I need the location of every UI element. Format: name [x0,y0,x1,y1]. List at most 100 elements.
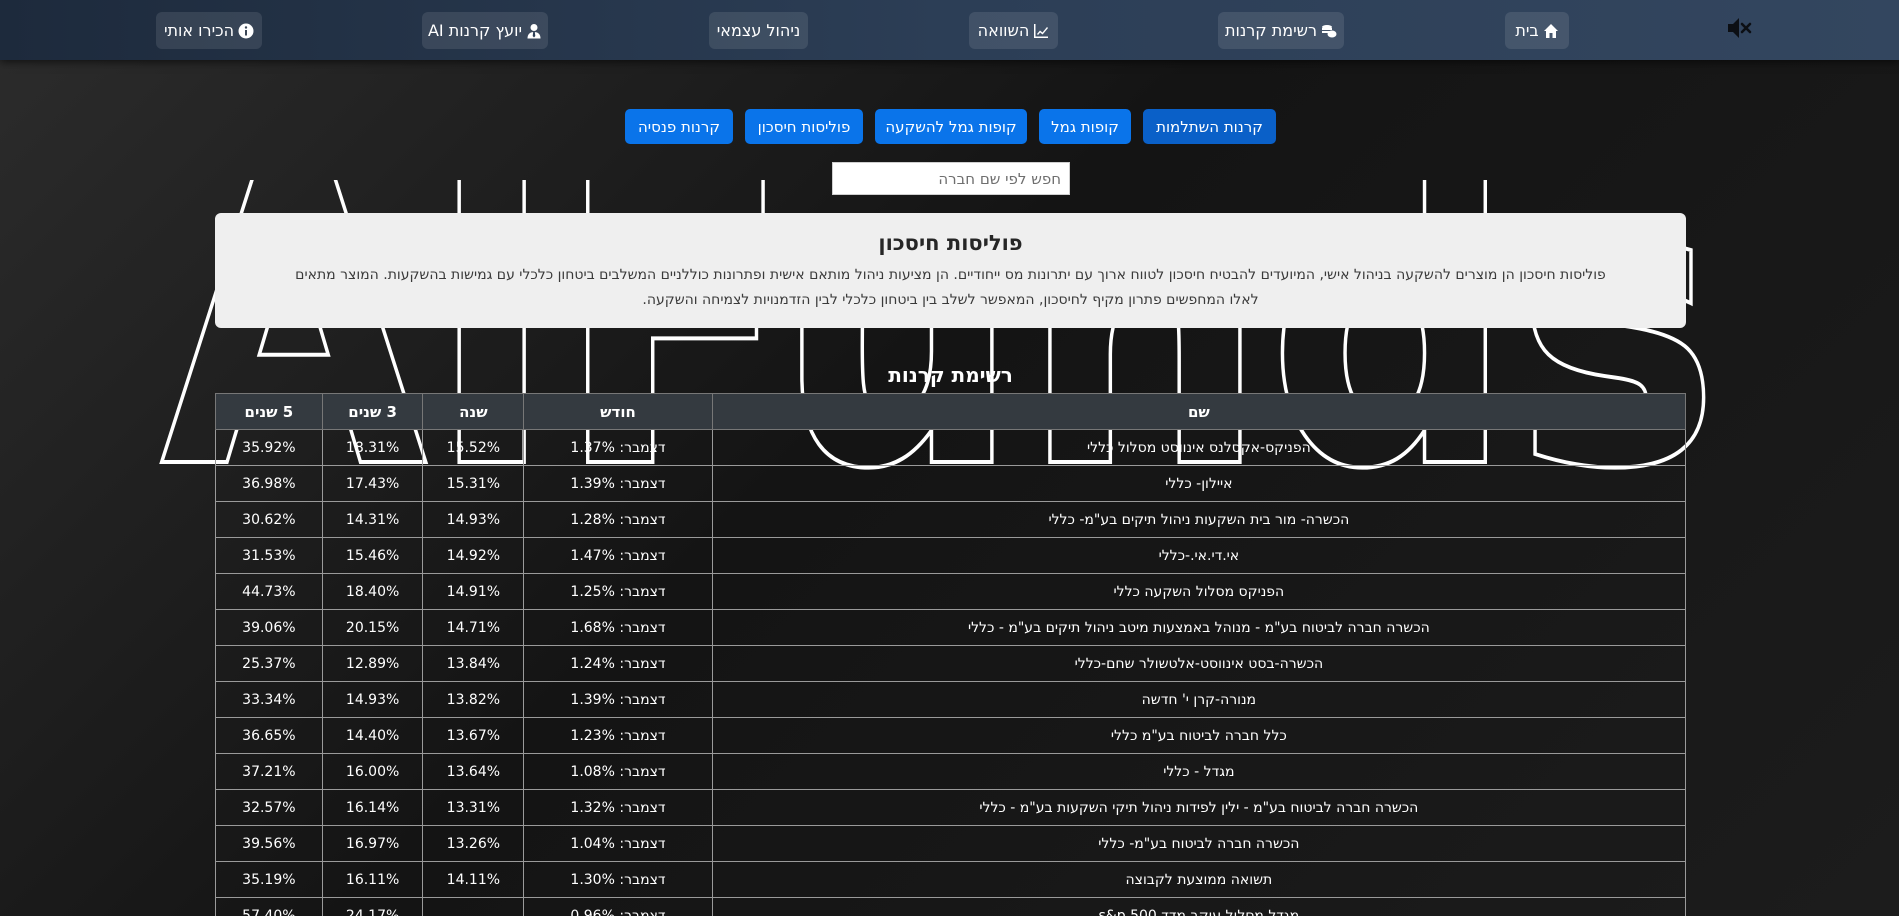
nav-funds-list-button[interactable]: רשימת קרנות [1218,12,1344,49]
cell-three-years: 12.89% [321,645,424,682]
cell-month: דצמבר: 1.47% [523,537,713,574]
cell-five-years: 33.34% [215,681,323,718]
table-row[interactable]: הכשרה- מור בית השקעות ניהול תיקים בע"מ- … [215,501,1687,538]
table-row[interactable]: איילון- כללי דצמבר: 1.39% 15.31% 17.43% 36.9… [215,465,1687,502]
cell-name: הכשרה חברה לביטוח בע"מ- כללי [711,825,1687,862]
cell-five-years: 35.19% [215,861,323,898]
volume-mute-icon[interactable] [1726,16,1752,40]
cell-five-years: 39.06% [215,609,323,646]
cell-five-years: 36.65% [215,717,323,754]
category-info-line-2: לאלו המחפשים פתרון מקיף לחיסכון, המאפשר … [642,292,1259,308]
cell-month: דצמבר: 1.32% [523,789,713,826]
nav-about-button[interactable]: הכירו אותי [156,12,262,49]
cell-three-years: 18.40% [321,573,424,610]
cell-name: הפניקס מסלול השקעה כללי [711,573,1687,610]
cell-year: 13.82% [422,681,525,718]
table-row[interactable]: אי.די.אי.-כללי דצמבר: 1.47% 14.92% 15.46% 31… [215,537,1687,574]
company-search-input[interactable] [832,162,1070,195]
cell-month: דצמבר: 1.37% [523,429,713,466]
cell-five-years: 35.92% [215,429,323,466]
cell-name: אי.די.אי.-כללי [711,537,1687,574]
cell-year: 15.52% [422,429,525,466]
cell-name: הכשרה- מור בית השקעות ניהול תיקים בע"מ- … [711,501,1687,538]
table-row[interactable]: הכשרה-בסט אינווסט-אלטשולר שחם-כללי דצמבר:… [215,645,1687,682]
cell-three-years: 20.15% [321,609,424,646]
category-pension-funds-button[interactable]: קרנות פנסיה [625,109,733,144]
table-row[interactable]: הפניקס מסלול השקעה כללי דצמבר: 1.25% 14.91… [215,573,1687,610]
nav-ai-advisor-button[interactable]: יועץ קרנות AI [422,12,548,49]
table-row[interactable]: מנורה-קרן י' חדשה דצמבר: 1.39% 13.82% 14.93… [215,681,1687,718]
nav-ai-advisor-label: יועץ קרנות AI [427,21,523,40]
category-info-card: פוליסות חיסכון פוליסות חיסכון הן מוצרים … [215,213,1686,328]
cell-year: 13.84% [422,645,525,682]
cell-five-years: 31.53% [215,537,323,574]
user-tie-icon [527,23,541,38]
table-row[interactable]: הפניקס-אקסלנס אינווסט מסלול כללי דצמבר: 1… [215,429,1687,466]
cell-year: 14.92% [422,537,525,574]
funds-table: שם חודש שנה 3 שנים 5 שנים הפניקס-אקסלנס … [215,393,1687,916]
table-row[interactable]: מגדל מסלול עוקב מדד s&p 500 דצמבר: 0.96% 2… [215,897,1687,916]
cell-name: מנורה-קרן י' חדשה [711,681,1687,718]
cell-three-years: 16.97% [321,825,424,862]
cell-month: דצמבר: 1.25% [523,573,713,610]
cell-year: 13.31% [422,789,525,826]
column-header-name[interactable]: שם [711,393,1687,430]
nav-self-management-label: ניהול עצמאי [716,21,801,40]
cell-three-years: 17.43% [321,465,424,502]
top-navbar: בית רשימת קרנות השוואה ניהול עצמאי יועץ … [0,0,1899,60]
cell-year: 14.91% [422,573,525,610]
cell-name: מגדל - כללי [711,753,1687,790]
cell-month: דצמבר: 1.28% [523,501,713,538]
cell-month: דצמבר: 1.68% [523,609,713,646]
category-provident-funds-button[interactable]: קופות גמל [1039,109,1131,144]
cell-year: 13.67% [422,717,525,754]
category-info-title: פוליסות חיסכון [878,231,1023,255]
category-savings-policies-button[interactable]: פוליסות חיסכון [745,109,863,144]
table-row[interactable]: הכשרה חברה לביטוח בע"מ - ילין לפידות ניה… [215,789,1687,826]
cell-year: 15.31% [422,465,525,502]
cell-year [422,897,525,916]
funds-list-title: רשימת קרנות [888,363,1013,387]
nav-self-management-button[interactable]: ניהול עצמאי [709,12,808,49]
cell-five-years: 36.98% [215,465,323,502]
cell-month: דצמבר: 1.23% [523,717,713,754]
cell-month: דצמבר: 1.08% [523,753,713,790]
cell-five-years: 25.37% [215,645,323,682]
cell-five-years: 57.40% [215,897,323,916]
cell-month: דצמבר: 1.04% [523,825,713,862]
nav-home-button[interactable]: בית [1505,12,1569,49]
coins-icon [1322,24,1337,37]
column-header-3-years[interactable]: 3 שנים [321,393,424,430]
cell-five-years: 32.57% [215,789,323,826]
table-row[interactable]: הכשרה חברה לביטוח בע"מ- כללי דצמבר: 1.04%… [215,825,1687,862]
column-header-year[interactable]: שנה [422,393,525,430]
cell-month: דצמבר: 1.30% [523,861,713,898]
cell-month: דצמבר: 1.39% [523,465,713,502]
cell-month: דצמבר: 1.39% [523,681,713,718]
cell-five-years: 37.21% [215,753,323,790]
cell-three-years: 16.00% [321,753,424,790]
nav-compare-button[interactable]: השוואה [969,12,1058,49]
cell-name: מגדל מסלול עוקב מדד s&p 500 [711,897,1687,916]
category-info-description: פוליסות חיסכון הן מוצרים להשקעה בניהול א… [239,263,1662,313]
cell-year: 14.93% [422,501,525,538]
column-header-month[interactable]: חודש [523,393,713,430]
cell-three-years: 15.46% [321,537,424,574]
table-row[interactable]: מגדל - כללי דצמבר: 1.08% 13.64% 16.00% 37.21… [215,753,1687,790]
table-row[interactable]: כלל חברה לביטוח בע"מ כללי דצמבר: 1.23% 13.… [215,717,1687,754]
column-header-5-years[interactable]: 5 שנים [215,393,323,430]
cell-five-years: 39.56% [215,825,323,862]
cell-name: הפניקס-אקסלנס אינווסט מסלול כללי [711,429,1687,466]
table-row[interactable]: הכשרה חברה לביטוח בע"מ - מנוהל באמצעות מ… [215,609,1687,646]
chart-line-icon [1034,23,1049,38]
cell-year: 13.64% [422,753,525,790]
cell-three-years: 18.31% [321,429,424,466]
table-row[interactable]: תשואה ממוצעת לקבוצה דצמבר: 1.30% 14.11% 16.… [215,861,1687,898]
cell-three-years: 14.93% [321,681,424,718]
cell-five-years: 44.73% [215,573,323,610]
cell-three-years: 16.11% [321,861,424,898]
nav-home-label: בית [1515,21,1539,40]
category-study-funds-button[interactable]: קרנות השתלמות [1143,109,1276,144]
cell-month: דצמבר: 0.96% [523,897,713,916]
category-investment-provident-button[interactable]: קופות גמל להשקעה [875,109,1027,144]
